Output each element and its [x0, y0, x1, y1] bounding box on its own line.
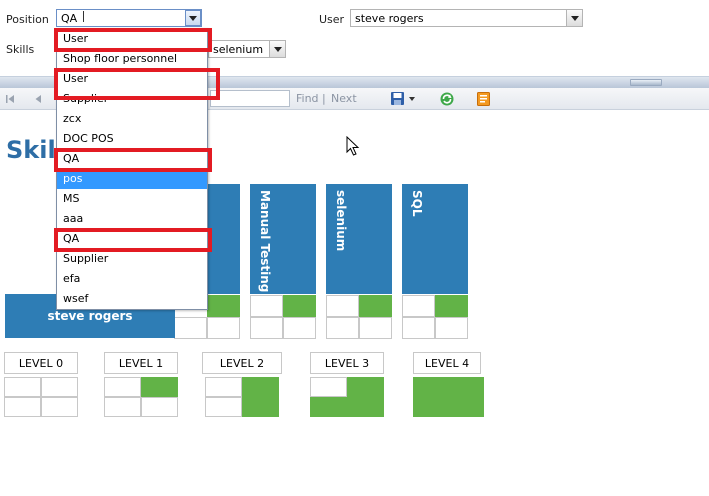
find-link[interactable]: Find	[296, 92, 319, 105]
dropdown-option-selected[interactable]: pos	[57, 169, 207, 189]
chevron-down-icon	[570, 15, 579, 21]
collapse-parameters-handle[interactable]	[630, 79, 662, 86]
skills-label: Skills	[6, 43, 35, 56]
dropdown-option[interactable]: QA	[57, 149, 207, 169]
rating-cell	[435, 317, 468, 339]
level-2-label: LEVEL 2	[202, 352, 282, 374]
dropdown-arrow-icon[interactable]	[409, 97, 415, 101]
level-cell	[242, 397, 279, 417]
toolbar-separator: |	[322, 92, 326, 105]
level-cell	[310, 377, 347, 397]
level-1-label: LEVEL 1	[104, 352, 178, 374]
user-value[interactable]: steve rogers	[351, 12, 566, 25]
skill-header: SQL	[402, 184, 468, 294]
rating-cell	[402, 295, 435, 317]
skills-combobox[interactable]: selenium	[208, 40, 286, 58]
level-cell	[413, 397, 450, 417]
rating-cell	[435, 295, 468, 317]
skills-dropdown-button[interactable]	[269, 41, 285, 57]
level-cell	[41, 397, 78, 417]
level-cell	[205, 397, 242, 417]
print-report-icon[interactable]	[476, 91, 492, 107]
level-cell	[447, 397, 484, 417]
dropdown-option[interactable]: User	[57, 29, 207, 49]
rating-cell	[250, 317, 283, 339]
level-4-label: LEVEL 4	[413, 352, 481, 374]
dropdown-option[interactable]: Supplier	[57, 89, 207, 109]
rating-cell	[326, 295, 359, 317]
position-combobox[interactable]: QA	[56, 9, 202, 27]
position-dropdown-list[interactable]: User Shop floor personnel User Supplier …	[56, 28, 208, 310]
skill-name: selenium	[334, 190, 348, 252]
dropdown-option[interactable]: aaa	[57, 209, 207, 229]
level-0-label: LEVEL 0	[4, 352, 78, 374]
level-cell	[41, 377, 78, 397]
rating-cell	[359, 295, 392, 317]
user-dropdown-button[interactable]	[566, 10, 582, 26]
position-label: Position	[6, 13, 49, 26]
next-link[interactable]: Next	[331, 92, 357, 105]
level-cell	[447, 377, 484, 397]
skill-name: Manual Testing	[258, 190, 272, 293]
skills-value[interactable]: selenium	[209, 43, 269, 56]
user-label: User	[319, 13, 345, 26]
dropdown-option[interactable]: User	[57, 69, 207, 89]
first-page-icon[interactable]	[5, 94, 15, 104]
refresh-icon[interactable]	[439, 91, 455, 107]
level-cell	[141, 377, 178, 397]
level-cell	[104, 377, 141, 397]
rating-cell	[207, 317, 240, 339]
rating-cell	[402, 317, 435, 339]
level-cell	[310, 397, 347, 417]
chevron-down-icon	[273, 46, 282, 52]
skill-name: SQL	[410, 190, 424, 217]
level-cell	[4, 397, 41, 417]
rating-cell	[250, 295, 283, 317]
level-3-label: LEVEL 3	[310, 352, 384, 374]
dropdown-option[interactable]: Supplier	[57, 249, 207, 269]
save-export-icon[interactable]	[390, 91, 406, 107]
rating-cell	[174, 317, 207, 339]
rating-cell	[283, 317, 316, 339]
skill-header: Manual Testing	[250, 184, 316, 294]
position-dropdown-button[interactable]	[185, 10, 201, 26]
level-cell	[104, 397, 141, 417]
level-cell	[347, 377, 384, 397]
level-cell	[141, 397, 178, 417]
rating-cell	[326, 317, 359, 339]
skill-header: selenium	[326, 184, 392, 294]
level-cell	[413, 377, 450, 397]
rating-cell	[283, 295, 316, 317]
user-combobox[interactable]: steve rogers	[350, 9, 583, 27]
chevron-down-icon	[189, 15, 197, 21]
dropdown-option[interactable]: MS	[57, 189, 207, 209]
level-cell	[347, 397, 384, 417]
dropdown-option[interactable]: zcx	[57, 109, 207, 129]
rating-cell	[207, 295, 240, 317]
level-cell	[4, 377, 41, 397]
mouse-pointer-icon	[346, 136, 360, 156]
position-value[interactable]: QA	[57, 11, 185, 25]
dropdown-option[interactable]: Shop floor personnel	[57, 49, 207, 69]
rating-cell	[359, 317, 392, 339]
prev-page-icon[interactable]	[33, 94, 43, 104]
level-cell	[205, 377, 242, 397]
dropdown-option[interactable]: DOC POS	[57, 129, 207, 149]
dropdown-option[interactable]: efa	[57, 269, 207, 289]
dropdown-option[interactable]: wsef	[57, 289, 207, 309]
find-text-input[interactable]	[210, 90, 290, 107]
dropdown-option[interactable]: QA	[57, 229, 207, 249]
level-cell	[242, 377, 279, 397]
